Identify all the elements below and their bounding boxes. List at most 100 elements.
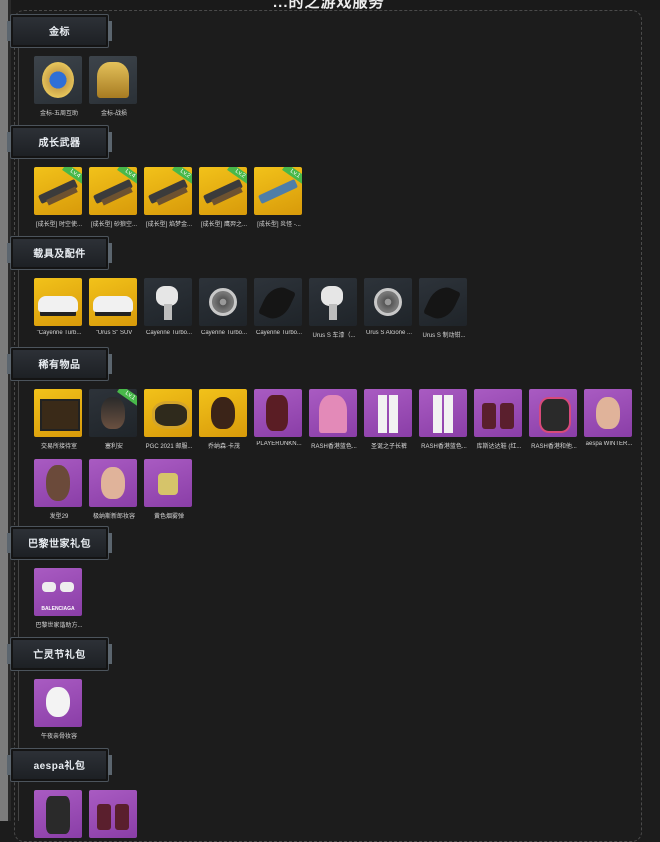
smg-icon: Lv.1: [254, 167, 302, 215]
face-icon: [584, 389, 632, 437]
item-label: 库斯达达鞋 (红...: [476, 444, 522, 450]
item-label: 极纳斯新郎妆容: [92, 514, 135, 520]
inventory-item[interactable]: Urus S Alcione ...: [364, 278, 414, 336]
gold-mask-icon: [144, 389, 192, 437]
skull-face-icon: [34, 679, 82, 727]
pants-icon: [419, 389, 467, 437]
item-label: [成长型] 焰梦金...: [145, 222, 192, 228]
section-title: aespa礼包: [33, 761, 86, 772]
section-title: 巴黎世家礼包: [28, 539, 91, 550]
item-label: RASH香港和他...: [531, 444, 577, 450]
hair-icon: [34, 459, 82, 507]
inventory-item[interactable]: Lv.2 [成长型] 鹰羿之...: [199, 167, 249, 228]
inventory-item[interactable]: RASH香港蓝色...: [419, 389, 469, 450]
section-title: 金标: [49, 27, 70, 38]
boots-icon: [89, 790, 137, 838]
item-label: Urus S 制动钳...: [422, 333, 466, 339]
section-growth-weapons: 成长武器 Lv.4 [成长型] 时空使... Lv.4 [成长型] 砂狼空... Lv.2…: [7, 125, 302, 228]
item-label: "Cayenne Turb...: [36, 330, 82, 336]
inventory-item[interactable]: RASH香港蓝色...: [309, 389, 359, 450]
inventory-item[interactable]: 交易所接待室: [34, 389, 84, 450]
rifle-icon: Lv.2: [199, 167, 247, 215]
inventory-item[interactable]: BALENCIAGA 巴黎世家谐助方...: [34, 568, 84, 629]
face-icon: [199, 389, 247, 437]
item-label: 黄色烟雾弹: [153, 514, 184, 520]
gloves-icon: [529, 389, 577, 437]
item-label: Cayenne Turbo...: [200, 330, 248, 336]
inventory-item[interactable]: 黄色烟雾弹: [144, 459, 194, 520]
inventory-item[interactable]: Urus S 车漆（...: [309, 278, 359, 339]
inventory-item[interactable]: 午夜亲骨妆容: [34, 679, 84, 740]
inventory-item[interactable]: 金标-五周互助: [34, 56, 84, 117]
gold-soldier-icon: [89, 56, 137, 104]
inventory-item[interactable]: "Cayenne Turb...: [34, 278, 84, 336]
section-dead-festival: 亡灵节礼包午夜亲骨妆容: [7, 637, 112, 740]
blade-icon: [254, 278, 302, 326]
item-label: 金标-战损: [101, 111, 127, 117]
inventory-item[interactable]: Lv.4 [成长型] 砂狼空...: [89, 167, 139, 228]
item-label: PLAYERUNKN...: [256, 441, 302, 447]
inventory-item[interactable]: "Urus S" SUV: [89, 278, 139, 336]
inventory-item[interactable]: 金标-战损: [89, 56, 139, 117]
section-gold-badge: 金标金标-五周互助 金标-战损: [7, 14, 137, 117]
rifle-icon: Lv.4: [34, 167, 82, 215]
inventory-item[interactable]: [89, 790, 139, 842]
inventory-item[interactable]: RASH香港和他...: [529, 389, 579, 450]
inventory-item[interactable]: [34, 790, 84, 842]
item-label: 午夜亲骨妆容: [40, 734, 77, 740]
boots-icon: [474, 389, 522, 437]
gold-emblem-icon: [34, 56, 82, 104]
paint-gun-icon: [144, 278, 192, 326]
item-label: RASH香港蓝色...: [311, 444, 357, 450]
section-rare-items: 稀有物品 交易所接待室 Lv.1 塞利安 PGC 2021 邮服... 乔纳森·卡茂 PLA…: [7, 347, 632, 520]
inventory-item[interactable]: Urus S 制动钳...: [419, 278, 469, 339]
inventory-item[interactable]: 发型29: [34, 459, 84, 520]
section-header: 载具及配件: [7, 236, 112, 270]
character-icon: Lv.1: [89, 389, 137, 437]
inventory-item[interactable]: 乔纳森·卡茂: [199, 389, 249, 450]
hoodie-icon: [309, 389, 357, 437]
section-header: 亡灵节礼包: [7, 637, 112, 671]
inventory-item[interactable]: Cayenne Turbo...: [254, 278, 304, 336]
pants-icon: [364, 389, 412, 437]
section-title: 亡灵节礼包: [33, 650, 86, 661]
section-header: 巴黎世家礼包: [7, 526, 112, 560]
inventory-item[interactable]: Cayenne Turbo...: [144, 278, 194, 336]
item-label: Cayenne Turbo...: [145, 330, 193, 336]
item-label: 金标-五周互助: [40, 111, 78, 117]
item-label: aespa WINTER...: [585, 441, 633, 447]
inventory-item[interactable]: 圣诞之子长裤: [364, 389, 414, 450]
inventory-item[interactable]: Lv.4 [成长型] 时空使...: [34, 167, 84, 228]
section-title: 载具及配件: [33, 249, 86, 260]
top-bar: ...的之游戏服务: [11, 0, 660, 11]
rifle-icon: Lv.4: [89, 167, 137, 215]
section-title: 成长武器: [38, 138, 81, 149]
outfit-icon: [34, 790, 82, 838]
inventory-item[interactable]: PLAYERUNKN...: [254, 389, 304, 447]
item-label: 圣诞之子长裤: [370, 444, 407, 450]
left-edge: [0, 0, 8, 821]
room-icon: [34, 389, 82, 437]
left-edge-shadow: [8, 0, 11, 821]
car-icon: [89, 278, 137, 326]
section-balenciaga: 巴黎世家礼包 BALENCIAGA 巴黎世家谐助方...: [7, 526, 112, 629]
inventory-item[interactable]: Lv.1 塞利安: [89, 389, 139, 450]
item-label: PGC 2021 邮服...: [145, 444, 193, 450]
inventory-item[interactable]: Lv.1 [成长型] 炎怪 -...: [254, 167, 304, 228]
wheel-icon: [199, 278, 247, 326]
inventory-item[interactable]: Cayenne Turbo...: [199, 278, 249, 336]
rifle-icon: Lv.2: [144, 167, 192, 215]
brand-overlay: BALENCIAGA: [41, 606, 75, 612]
inventory-item[interactable]: aespa WINTER...: [584, 389, 634, 447]
inventory-item[interactable]: Lv.2 [成长型] 焰梦金...: [144, 167, 194, 228]
face-icon: [89, 459, 137, 507]
inventory-item[interactable]: PGC 2021 邮服...: [144, 389, 194, 450]
item-label: 交易所接待室: [40, 444, 77, 450]
section-header: aespa礼包: [7, 748, 112, 782]
inventory-item[interactable]: 极纳斯新郎妆容: [89, 459, 139, 520]
section-header: 成长武器: [7, 125, 112, 159]
car-icon: [34, 278, 82, 326]
sunglasses-icon: BALENCIAGA: [34, 568, 82, 616]
blade-icon: [419, 278, 467, 326]
inventory-item[interactable]: 库斯达达鞋 (红...: [474, 389, 524, 450]
